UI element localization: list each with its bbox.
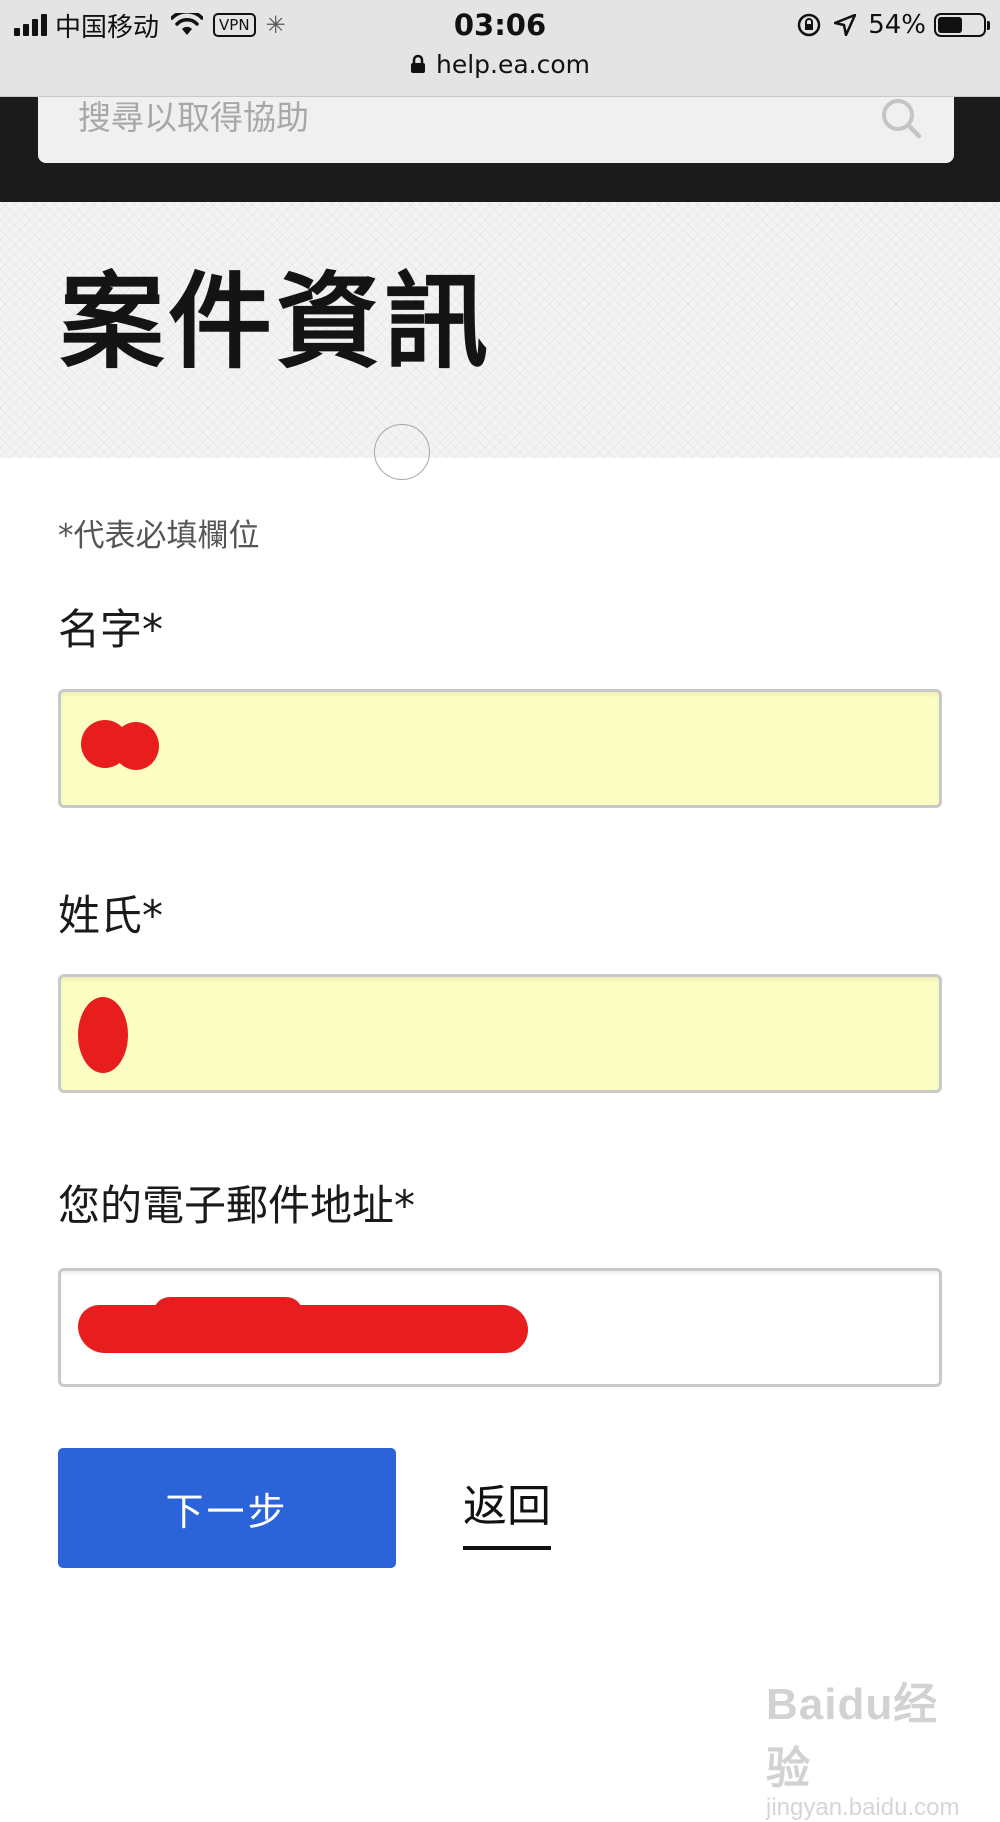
search-placeholder: 搜尋以取得協助 xyxy=(78,98,309,137)
status-bar-right: 54% xyxy=(796,10,990,40)
status-bar: 中国移动 VPN ✳ 03:06 54% help.ea.com xyxy=(0,0,1000,97)
page-title: 案件資訊 xyxy=(60,261,493,383)
watermark: Baidu经验 jingyan.baidu.com xyxy=(766,1668,966,1822)
email-field[interactable] xyxy=(58,1268,942,1387)
battery-percent: 54% xyxy=(868,10,926,40)
address-bar[interactable]: help.ea.com xyxy=(0,46,1000,82)
site-header: 搜尋以取得協助 xyxy=(0,97,1000,202)
first-name-label: 名字* xyxy=(58,605,164,654)
watermark-logo: Baidu经验 xyxy=(766,1680,939,1793)
redaction-mark xyxy=(78,997,128,1073)
battery-fill xyxy=(938,17,962,33)
first-name-field[interactable] xyxy=(58,689,942,808)
battery-icon xyxy=(934,13,990,37)
url-text: help.ea.com xyxy=(435,49,591,79)
next-button[interactable]: 下一步 xyxy=(58,1448,396,1568)
last-name-field[interactable] xyxy=(58,974,942,1093)
page-hero: 案件資訊 xyxy=(0,202,1000,458)
back-link[interactable]: 返回 xyxy=(463,1470,551,1550)
email-label: 您的電子郵件地址* xyxy=(58,1181,416,1230)
redaction-mark xyxy=(153,1297,303,1331)
orientation-lock-icon xyxy=(797,13,821,37)
watermark-url: jingyan.baidu.com xyxy=(766,1794,960,1821)
progress-step-indicator xyxy=(374,424,430,480)
search-input[interactable]: 搜尋以取得協助 xyxy=(38,97,954,163)
battery-cap xyxy=(987,21,990,30)
redaction-mark xyxy=(113,722,159,770)
padlock-icon xyxy=(410,54,425,73)
redaction-mark xyxy=(78,1305,528,1353)
location-arrow-icon xyxy=(834,14,857,36)
required-fields-note: *代表必填欄位 xyxy=(58,518,260,554)
last-name-label: 姓氏* xyxy=(58,891,164,940)
search-icon[interactable] xyxy=(880,97,922,139)
